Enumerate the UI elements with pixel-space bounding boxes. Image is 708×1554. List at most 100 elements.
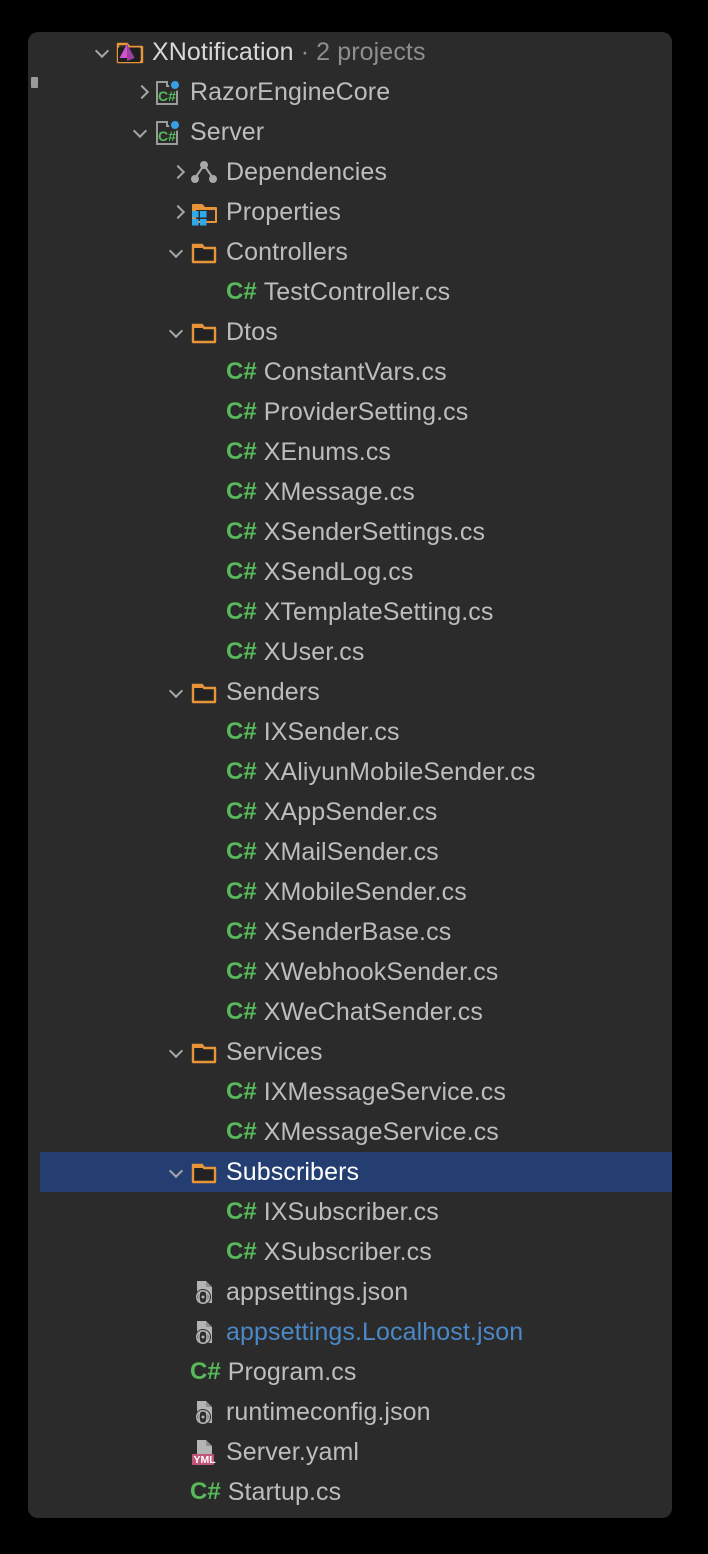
tree-row-services[interactable]: Services bbox=[40, 1032, 672, 1072]
tree-row-label: XSendLog.cs bbox=[263, 558, 414, 586]
chevron-down-icon[interactable] bbox=[164, 1032, 190, 1072]
csharp-icon: C# bbox=[226, 918, 257, 945]
tree-row-label: RazorEngineCore bbox=[190, 78, 391, 106]
folder-icon bbox=[190, 678, 220, 706]
chevron-down-icon[interactable] bbox=[164, 672, 190, 712]
csharp-icon: C# bbox=[226, 358, 257, 385]
tree-row-xsendlog[interactable]: C# XSendLog.cs bbox=[40, 552, 672, 592]
tree-row-label: XMobileSender.cs bbox=[263, 878, 467, 906]
chevron-down-icon[interactable] bbox=[164, 312, 190, 352]
tree-row-label: TestController.cs bbox=[263, 278, 451, 306]
tree-row-startup-cs[interactable]: C# Startup.cs bbox=[40, 1472, 672, 1512]
chevron-down-icon[interactable] bbox=[128, 112, 154, 152]
tree-row-xenums[interactable]: C# XEnums.cs bbox=[40, 432, 672, 472]
tree-row-xsendersettings[interactable]: C# XSenderSettings.cs bbox=[40, 512, 672, 552]
tree-row-xtemplatesetting[interactable]: C# XTemplateSetting.cs bbox=[40, 592, 672, 632]
tree-row-xaliyunmobilesender[interactable]: C# XAliyunMobileSender.cs bbox=[40, 752, 672, 792]
tree-row-razorenginecore[interactable]: C# RazorEngineCore bbox=[40, 72, 672, 112]
tree-row-label: Dtos bbox=[226, 318, 278, 346]
chevron-down-icon[interactable] bbox=[164, 232, 190, 272]
tree-row-ixsender[interactable]: C# IXSender.cs bbox=[40, 712, 672, 752]
chevron-down-icon[interactable] bbox=[164, 1152, 190, 1192]
csharp-icon: C# bbox=[226, 478, 257, 505]
tree-row-ixsubscriber[interactable]: C# IXSubscriber.cs bbox=[40, 1192, 672, 1232]
tree-row-label: ProviderSetting.cs bbox=[263, 398, 469, 426]
solution-projects-count: · 2 projects bbox=[293, 38, 426, 66]
svg-text:C#: C# bbox=[158, 88, 176, 104]
csharp-icon: C# bbox=[190, 1358, 221, 1385]
tree-row-providersetting[interactable]: C# ProviderSetting.cs bbox=[40, 392, 672, 432]
tree-row-appsettings-json[interactable]: appsettings.json bbox=[40, 1272, 672, 1312]
tree-row-xmailsender[interactable]: C# XMailSender.cs bbox=[40, 832, 672, 872]
solution-name: XNotification bbox=[152, 38, 294, 66]
tree-row-xsenderbase[interactable]: C# XSenderBase.cs bbox=[40, 912, 672, 952]
chevron-down-icon[interactable] bbox=[90, 32, 116, 72]
svg-text:C#: C# bbox=[158, 128, 176, 144]
csharp-icon: C# bbox=[226, 838, 257, 865]
tree-row-testcontroller[interactable]: C# TestController.cs bbox=[40, 272, 672, 312]
tree-row-xuser[interactable]: C# XUser.cs bbox=[40, 632, 672, 672]
tree-row-server-yaml[interactable]: YML Server.yaml bbox=[40, 1432, 672, 1472]
tree-row-xmobilesender[interactable]: C# XMobileSender.cs bbox=[40, 872, 672, 912]
tree-row-label: XSenderBase.cs bbox=[263, 918, 452, 946]
tree-row-xmessage[interactable]: C# XMessage.cs bbox=[40, 472, 672, 512]
csharp-icon: C# bbox=[226, 518, 257, 545]
tree-row-controllers[interactable]: Controllers bbox=[40, 232, 672, 272]
tree-row-senders[interactable]: Senders bbox=[40, 672, 672, 712]
tree-row-label: Server bbox=[190, 118, 265, 146]
tree-row-label: XMailSender.cs bbox=[263, 838, 439, 866]
tree-row-xappsender[interactable]: C# XAppSender.cs bbox=[40, 792, 672, 832]
tree-row-solution[interactable]: XNotification · 2 projects bbox=[40, 32, 672, 72]
tree-row-label: XWeChatSender.cs bbox=[263, 998, 483, 1026]
tree-row-dtos[interactable]: Dtos bbox=[40, 312, 672, 352]
tree-row-runtimeconfig-json[interactable]: runtimeconfig.json bbox=[40, 1392, 672, 1432]
csharp-icon: C# bbox=[226, 398, 257, 425]
csharp-icon: C# bbox=[226, 638, 257, 665]
chevron-right-icon[interactable] bbox=[164, 152, 190, 192]
csharp-icon: C# bbox=[226, 718, 257, 745]
vertical-scrollbar-thumb[interactable] bbox=[31, 77, 38, 88]
tree-row-server[interactable]: C# Server bbox=[40, 112, 672, 152]
tree-row-label: XMessageService.cs bbox=[263, 1118, 499, 1146]
tree-row-program-cs[interactable]: C# Program.cs bbox=[40, 1352, 672, 1392]
csharp-icon: C# bbox=[190, 1478, 221, 1505]
folder-icon bbox=[190, 238, 220, 266]
tree-row-label: XWebhookSender.cs bbox=[263, 958, 499, 986]
tree-row-label: Startup.cs bbox=[227, 1478, 342, 1506]
properties-folder-icon bbox=[190, 198, 220, 226]
dependencies-icon bbox=[190, 158, 220, 186]
tree-row-label: runtimeconfig.json bbox=[226, 1398, 431, 1426]
csharp-icon: C# bbox=[226, 438, 257, 465]
tree-row-dependencies[interactable]: Dependencies bbox=[40, 152, 672, 192]
tree-row-appsettings-localhost[interactable]: appsettings.Localhost.json bbox=[40, 1312, 672, 1352]
chevron-right-icon[interactable] bbox=[128, 72, 154, 112]
tree-row-ixmessageservice[interactable]: C# IXMessageService.cs bbox=[40, 1072, 672, 1112]
tree-row-properties[interactable]: Properties bbox=[40, 192, 672, 232]
tree-row-subscribers[interactable]: Subscribers bbox=[40, 1152, 672, 1192]
tree-row-label: appsettings.json bbox=[226, 1278, 409, 1306]
project-tree-panel[interactable]: XNotification · 2 projects C# RazorEngineC… bbox=[40, 32, 672, 1518]
chevron-right-icon[interactable] bbox=[164, 192, 190, 232]
csharp-icon: C# bbox=[226, 1118, 257, 1145]
json-icon bbox=[190, 1278, 220, 1306]
tree-row-xsubscriber[interactable]: C# XSubscriber.cs bbox=[40, 1232, 672, 1272]
csharp-icon: C# bbox=[226, 758, 257, 785]
tree-row-label: XSubscriber.cs bbox=[263, 1238, 432, 1266]
tree-row-constantvars[interactable]: C# ConstantVars.cs bbox=[40, 352, 672, 392]
project-tree: XNotification · 2 projects C# RazorEngineC… bbox=[40, 32, 672, 1512]
tree-row-xwebhooksender[interactable]: C# XWebhookSender.cs bbox=[40, 952, 672, 992]
tree-row-xmessageservice[interactable]: C# XMessageService.cs bbox=[40, 1112, 672, 1152]
tree-row-xwechatsender[interactable]: C# XWeChatSender.cs bbox=[40, 992, 672, 1032]
csharp-icon: C# bbox=[226, 1198, 257, 1225]
